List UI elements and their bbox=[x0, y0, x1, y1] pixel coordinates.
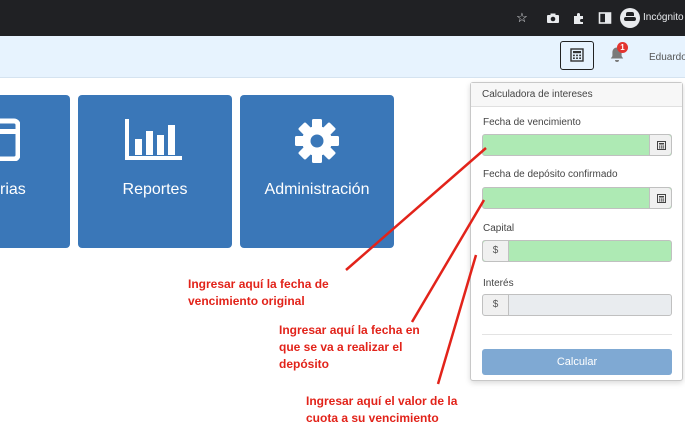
screen: ☆ Incógnito 1 Eduardo rias Reportes Admi… bbox=[0, 0, 685, 426]
annotation-line: Ingresar aquí la fecha de bbox=[188, 277, 329, 291]
annotation-line: Ingresar aquí la fecha en bbox=[279, 323, 420, 337]
annotation-capital: Ingresar aquí el valor de la cuota a su … bbox=[306, 393, 457, 426]
annotation-deposit-date: Ingresar aquí la fecha en que se va a re… bbox=[279, 322, 420, 373]
arrow-capital bbox=[436, 254, 478, 385]
arrow-due-date bbox=[345, 147, 487, 271]
annotation-line: depósito bbox=[279, 357, 329, 371]
annotation-due-date: Ingresar aquí la fecha de vencimiento or… bbox=[188, 276, 329, 310]
annotation-line: Ingresar aquí el valor de la bbox=[306, 394, 458, 408]
annotation-line: que se va a realizar el bbox=[279, 340, 403, 354]
annotation-line: vencimiento original bbox=[188, 294, 305, 308]
annotation-line: cuota a su vencimiento bbox=[306, 411, 439, 425]
